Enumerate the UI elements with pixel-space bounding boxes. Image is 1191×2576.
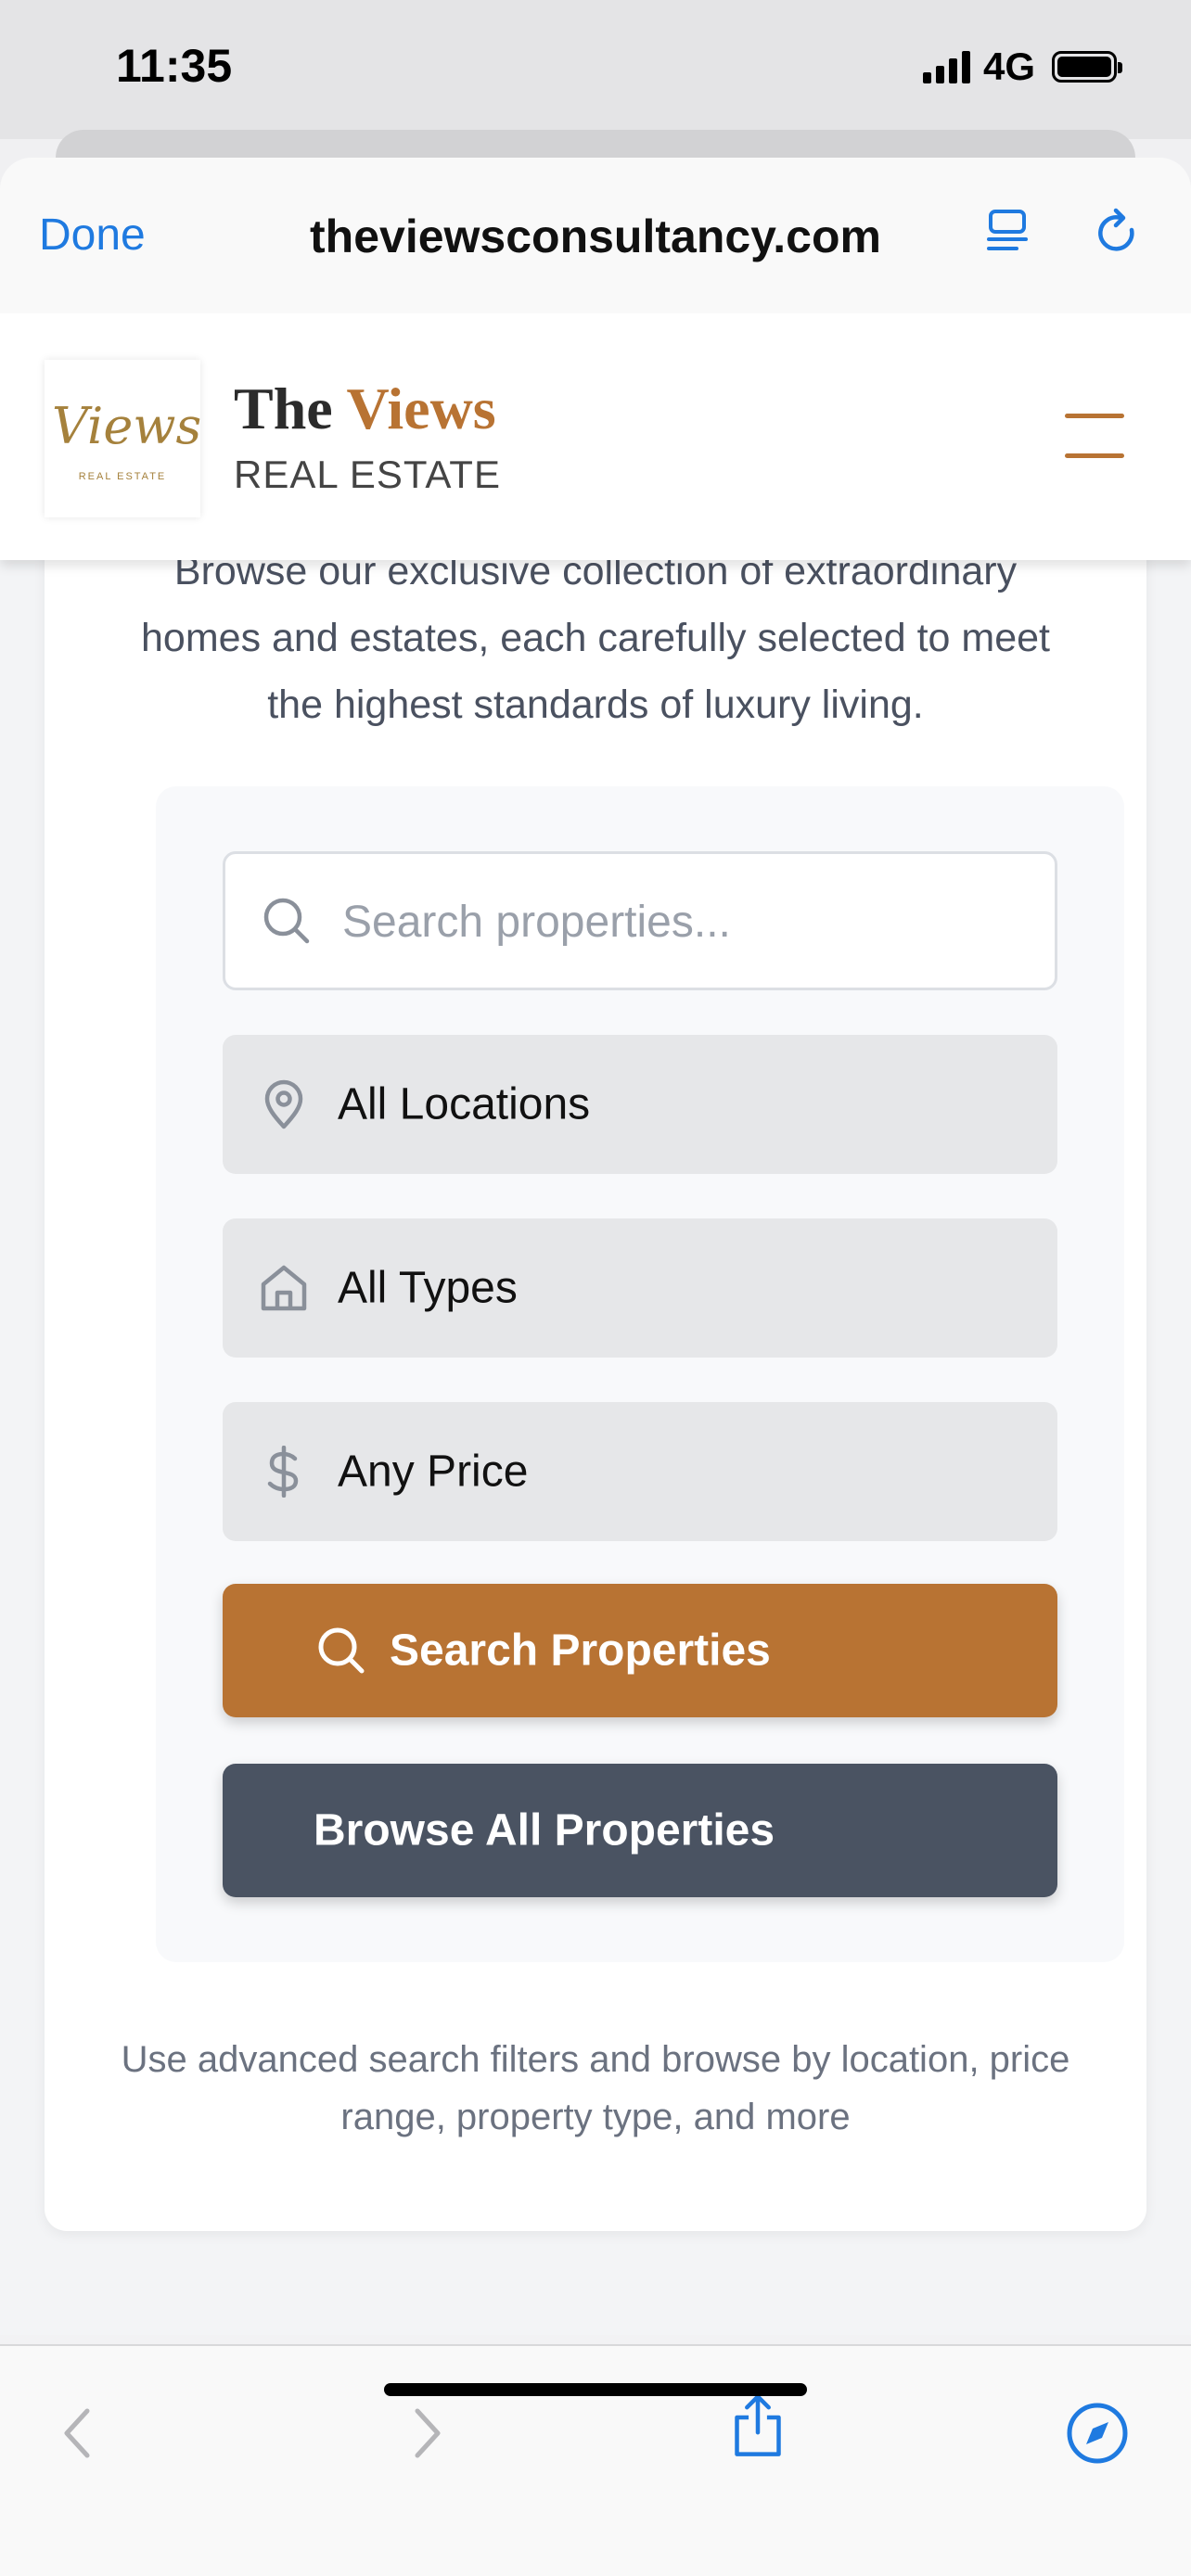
- search-properties-button[interactable]: Search Properties: [223, 1584, 1057, 1717]
- home-icon: [261, 1265, 307, 1311]
- forward-arrow-icon[interactable]: [391, 2400, 456, 2467]
- helper-text: Use advanced search filters and browse b…: [121, 2039, 1070, 2137]
- type-select-value: All Types: [338, 1263, 518, 1313]
- brand-title: The Views: [234, 375, 496, 443]
- safari-sheet: Done theviewsconsultancy.com Browse our …: [0, 158, 1191, 2576]
- search-card: Browse our exclusive collection of extra…: [45, 313, 1146, 2231]
- compass-icon[interactable]: [1065, 2400, 1130, 2467]
- website-viewport: Browse our exclusive collection of extra…: [0, 313, 1191, 2335]
- search-icon: [318, 1627, 365, 1674]
- reader-mode-icon[interactable]: [985, 208, 1030, 254]
- type-select[interactable]: All Types: [223, 1218, 1057, 1358]
- home-indicator: [384, 2383, 807, 2396]
- location-select-value: All Locations: [338, 1079, 591, 1129]
- cellular-signal-icon: [922, 50, 970, 83]
- logo-script: Views: [52, 397, 202, 455]
- site-header: Views REAL ESTATE The Views REAL ESTATE: [0, 313, 1191, 560]
- search-properties-label: Search Properties: [390, 1626, 771, 1676]
- safari-top-bar: Done theviewsconsultancy.com: [0, 158, 1191, 315]
- map-pin-icon: [264, 1079, 303, 1129]
- browse-all-properties-button[interactable]: Browse All Properties: [223, 1764, 1057, 1897]
- back-arrow-icon[interactable]: [48, 2400, 113, 2467]
- brand-title-the: The: [234, 376, 347, 441]
- search-input[interactable]: [340, 854, 1031, 989]
- search-panel: All Locations All Types Any Price: [156, 786, 1124, 1962]
- network-type: 4G: [982, 45, 1035, 88]
- share-icon[interactable]: [725, 2392, 790, 2459]
- location-select[interactable]: All Locations: [223, 1035, 1057, 1174]
- status-time: 11:35: [116, 40, 233, 92]
- safari-bottom-toolbar: [0, 2344, 1191, 2576]
- battery-icon: [1052, 51, 1122, 83]
- reload-icon[interactable]: [1093, 208, 1141, 260]
- search-input-field[interactable]: [223, 851, 1057, 990]
- brand-logo[interactable]: Views REAL ESTATE: [45, 360, 202, 517]
- status-indicators: 4G: [922, 45, 1122, 89]
- hamburger-menu-icon[interactable]: [1065, 414, 1124, 460]
- brand-title-views: Views: [346, 376, 496, 441]
- brand-subtitle: REAL ESTATE: [234, 453, 501, 496]
- price-select[interactable]: Any Price: [223, 1402, 1057, 1541]
- status-bar: 11:35 4G: [0, 0, 1191, 139]
- search-icon: [263, 898, 310, 944]
- hero-description: Browse our exclusive collection of extra…: [141, 549, 1050, 727]
- browse-all-label: Browse All Properties: [314, 1805, 775, 1855]
- logo-subtext: REAL ESTATE: [78, 471, 167, 482]
- price-select-value: Any Price: [338, 1447, 529, 1497]
- dollar-icon: [267, 1446, 299, 1498]
